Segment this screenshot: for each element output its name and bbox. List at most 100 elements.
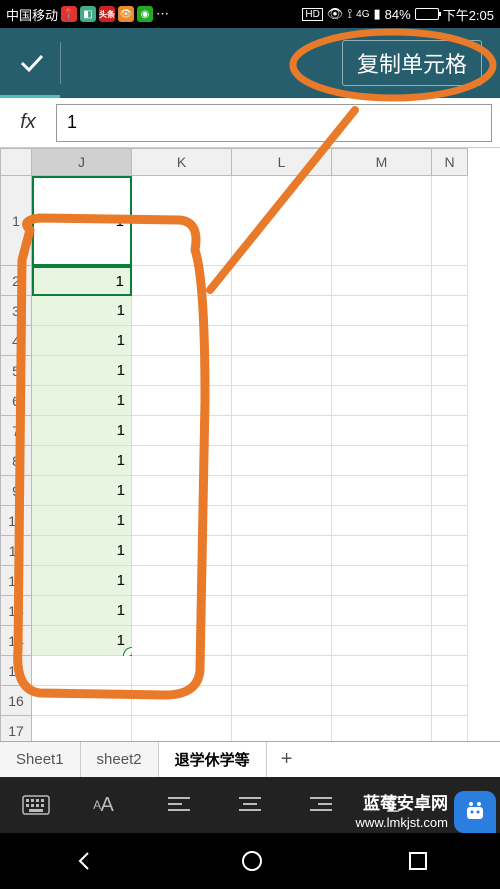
sheet-tab-2[interactable]: sheet2 xyxy=(81,742,159,777)
cell-K15[interactable] xyxy=(132,656,232,686)
cell-M3[interactable] xyxy=(332,296,432,326)
recent-button[interactable] xyxy=(408,851,428,871)
cell-K11[interactable] xyxy=(132,536,232,566)
cell-N12[interactable] xyxy=(432,566,468,596)
cell-M12[interactable] xyxy=(332,566,432,596)
cell-M14[interactable] xyxy=(332,626,432,656)
cell-N16[interactable] xyxy=(432,686,468,716)
cell-K14[interactable] xyxy=(132,626,232,656)
add-sheet-button[interactable]: + xyxy=(267,742,307,777)
cell-N9[interactable] xyxy=(432,476,468,506)
confirm-button[interactable] xyxy=(12,43,52,83)
cell-J4[interactable]: 1 xyxy=(32,326,132,356)
cell-J2[interactable]: 1 xyxy=(32,266,132,296)
keyboard-button[interactable] xyxy=(16,795,56,815)
cell-J16[interactable] xyxy=(32,686,132,716)
cell-K6[interactable] xyxy=(132,386,232,416)
cell-L13[interactable] xyxy=(232,596,332,626)
cell-L3[interactable] xyxy=(232,296,332,326)
back-button[interactable] xyxy=(72,849,96,873)
cell-K1[interactable] xyxy=(132,176,232,266)
row-header-16[interactable]: 16 xyxy=(0,686,32,716)
cell-M5[interactable] xyxy=(332,356,432,386)
cell-L12[interactable] xyxy=(232,566,332,596)
cell-J7[interactable]: 1 xyxy=(32,416,132,446)
cell-L2[interactable] xyxy=(232,266,332,296)
cell-J12[interactable]: 1 xyxy=(32,566,132,596)
row-header-7[interactable]: 7 xyxy=(0,416,32,446)
cell-J1[interactable]: 1 xyxy=(32,176,132,266)
cell-K13[interactable] xyxy=(132,596,232,626)
row-header-4[interactable]: 4 xyxy=(0,326,32,356)
col-header-L[interactable]: L xyxy=(232,148,332,176)
cell-L4[interactable] xyxy=(232,326,332,356)
cell-K9[interactable] xyxy=(132,476,232,506)
cell-K8[interactable] xyxy=(132,446,232,476)
cell-K2[interactable] xyxy=(132,266,232,296)
row-header-14[interactable]: 14 xyxy=(0,626,32,656)
cell-K7[interactable] xyxy=(132,416,232,446)
cell-N2[interactable] xyxy=(432,266,468,296)
row-header-11[interactable]: 11 xyxy=(0,536,32,566)
cell-L5[interactable] xyxy=(232,356,332,386)
cell-N4[interactable] xyxy=(432,326,468,356)
cell-N5[interactable] xyxy=(432,356,468,386)
cell-K16[interactable] xyxy=(132,686,232,716)
col-header-J[interactable]: J xyxy=(32,148,132,176)
cell-K12[interactable] xyxy=(132,566,232,596)
col-header-N[interactable]: N xyxy=(432,148,468,176)
col-header-K[interactable]: K xyxy=(132,148,232,176)
font-button[interactable]: A A xyxy=(87,794,127,817)
cell-N14[interactable] xyxy=(432,626,468,656)
cell-K3[interactable] xyxy=(132,296,232,326)
cell-M9[interactable] xyxy=(332,476,432,506)
align-left-button[interactable] xyxy=(159,796,199,814)
cell-L7[interactable] xyxy=(232,416,332,446)
cell-J9[interactable]: 1 xyxy=(32,476,132,506)
cell-L10[interactable] xyxy=(232,506,332,536)
cell-N1[interactable] xyxy=(432,176,468,266)
cell-K4[interactable] xyxy=(132,326,232,356)
cell-J5[interactable]: 1 xyxy=(32,356,132,386)
sheet-tab-3[interactable]: 退学休学等 xyxy=(159,742,267,778)
col-header-M[interactable]: M xyxy=(332,148,432,176)
cell-N6[interactable] xyxy=(432,386,468,416)
cell-L14[interactable] xyxy=(232,626,332,656)
cell-N10[interactable] xyxy=(432,506,468,536)
cell-M13[interactable] xyxy=(332,596,432,626)
cell-J6[interactable]: 1 xyxy=(32,386,132,416)
cell-J10[interactable]: 1 xyxy=(32,506,132,536)
cell-N13[interactable] xyxy=(432,596,468,626)
cell-M16[interactable] xyxy=(332,686,432,716)
row-header-5[interactable]: 5 xyxy=(0,356,32,386)
cell-N7[interactable] xyxy=(432,416,468,446)
row-header-2[interactable]: 2 xyxy=(0,266,32,296)
cell-J15[interactable] xyxy=(32,656,132,686)
cell-J8[interactable]: 1 xyxy=(32,446,132,476)
formula-input[interactable] xyxy=(56,104,492,142)
cell-J3[interactable]: 1 xyxy=(32,296,132,326)
align-right-button[interactable] xyxy=(301,796,341,814)
row-header-15[interactable]: 15 xyxy=(0,656,32,686)
row-header-3[interactable]: 3 xyxy=(0,296,32,326)
cell-L11[interactable] xyxy=(232,536,332,566)
cell-K5[interactable] xyxy=(132,356,232,386)
cell-N11[interactable] xyxy=(432,536,468,566)
row-header-12[interactable]: 12 xyxy=(0,566,32,596)
cell-M6[interactable] xyxy=(332,386,432,416)
cell-N15[interactable] xyxy=(432,656,468,686)
row-header-6[interactable]: 6 xyxy=(0,386,32,416)
cell-M11[interactable] xyxy=(332,536,432,566)
cell-J11[interactable]: 1 xyxy=(32,536,132,566)
cell-M7[interactable] xyxy=(332,416,432,446)
cell-M10[interactable] xyxy=(332,506,432,536)
cell-M8[interactable] xyxy=(332,446,432,476)
select-all-corner[interactable] xyxy=(0,148,32,176)
cell-N3[interactable] xyxy=(432,296,468,326)
home-button[interactable] xyxy=(241,850,263,872)
cell-N8[interactable] xyxy=(432,446,468,476)
spreadsheet-grid[interactable]: J K L M N 112131415161718191101111121131… xyxy=(0,148,500,746)
row-header-10[interactable]: 10 xyxy=(0,506,32,536)
cell-K10[interactable] xyxy=(132,506,232,536)
cell-L1[interactable] xyxy=(232,176,332,266)
